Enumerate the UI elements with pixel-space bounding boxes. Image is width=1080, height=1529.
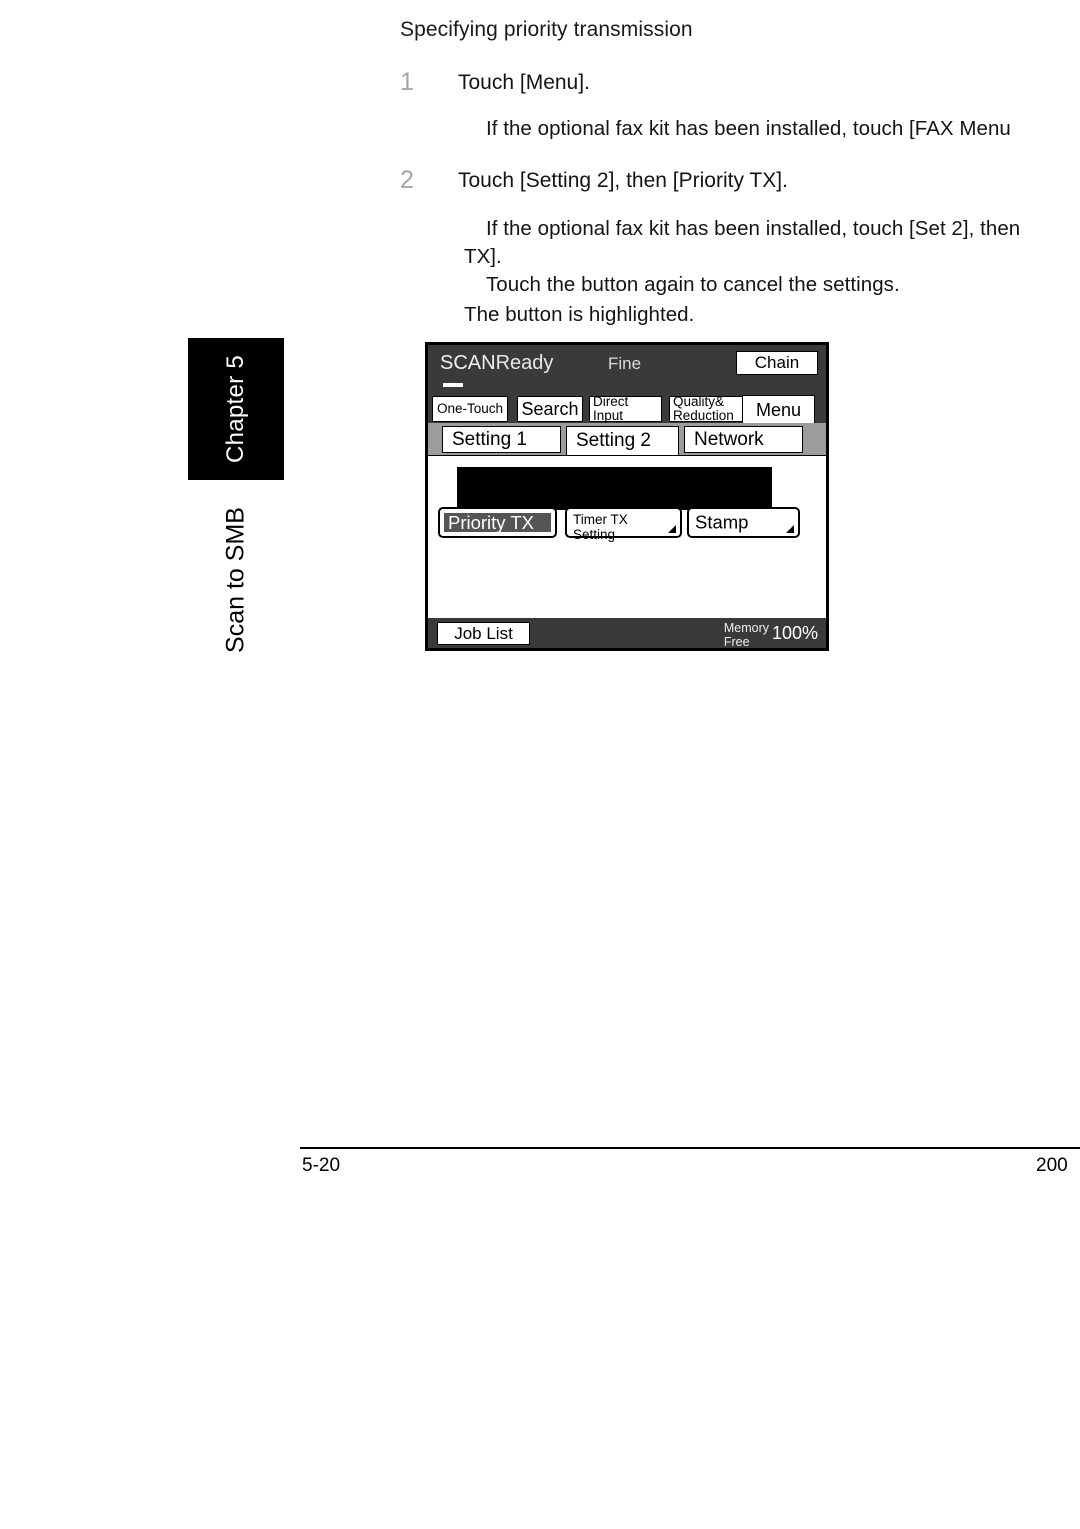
step-2-note-2: TX]. <box>464 245 502 268</box>
step-1-number: 1 <box>400 68 414 96</box>
priority-tx-label: Priority TX <box>448 511 535 533</box>
tab-setting-2[interactable]: Setting 2 <box>566 426 679 455</box>
step-2-number: 2 <box>400 166 414 194</box>
step-1-text: Touch [Menu]. <box>458 71 590 94</box>
one-touch-label: One-Touch <box>436 401 504 417</box>
step-2-outdent-note: The button is highlighted. <box>464 303 695 326</box>
document-page: Specifying priority transmission 1 Touch… <box>0 0 1080 1529</box>
chapter-tab: Chapter 5 <box>188 338 284 480</box>
timer-tx-label-block: Timer TX Setting <box>573 512 628 542</box>
search-button[interactable]: Search <box>517 396 583 422</box>
section-label-text: Scan to SMB <box>221 507 250 653</box>
timer-tx-label-line2: Setting <box>573 527 616 543</box>
tab-setting-2-label: Setting 2 <box>576 430 651 451</box>
lcd-function-row: One-Touch Search Direct Input Quality& R… <box>428 393 826 425</box>
submenu-triangle-icon <box>668 525 676 533</box>
memory-free-percent: 100% <box>771 623 818 643</box>
lcd-tab-band: Setting 1 Setting 2 Network <box>428 423 826 455</box>
priority-tx-button[interactable]: Priority TX <box>438 507 557 538</box>
memory-free-line1: Memory <box>723 621 769 635</box>
step-2-note-3: Touch the button again to cancel the set… <box>486 273 900 296</box>
submenu-triangle-icon <box>786 525 794 533</box>
page-heading: Specifying priority transmission <box>400 18 693 41</box>
direct-input-label-line1: Direct <box>593 394 629 410</box>
section-label: Scan to SMB <box>188 490 284 670</box>
lcd-status-mode: SCAN <box>440 352 496 374</box>
job-list-button[interactable]: Job List <box>437 622 530 645</box>
step-2-text: Touch [Setting 2], then [Priority TX]. <box>458 169 788 192</box>
chain-button[interactable]: Chain <box>736 351 818 375</box>
one-touch-button[interactable]: One-Touch <box>432 396 508 422</box>
menu-label: Menu <box>755 399 802 420</box>
quality-reduction-label-line2: Reduction <box>673 408 734 423</box>
chapter-tab-label: Chapter 5 <box>222 354 249 464</box>
direct-input-label-line2: Input <box>593 408 624 423</box>
quality-reduction-label-line1: Quality& <box>673 394 725 410</box>
direct-input-button[interactable]: Direct Input <box>589 394 662 423</box>
lcd-footer-bar: Job List Memory Free 100% <box>428 618 826 648</box>
priority-tx-highlight: Priority TX <box>442 511 553 534</box>
search-label: Search <box>521 398 579 419</box>
timer-tx-label-line1: Timer TX <box>573 512 628 527</box>
page-number: 5-20 <box>302 1155 341 1176</box>
step-2-note-1: If the optional fax kit has been install… <box>486 217 1021 240</box>
memory-free-label: Memory Free <box>723 621 769 649</box>
lcd-content-area: Priority TX Timer TX Setting Stamp <box>428 455 826 602</box>
quality-reduction-button[interactable]: Quality& Reduction <box>669 394 747 423</box>
timer-tx-setting-button[interactable]: Timer TX Setting <box>565 507 682 542</box>
footer-divider <box>300 1147 1080 1149</box>
menu-button[interactable]: Menu <box>742 395 815 425</box>
lcd-underline-indicator <box>443 383 463 387</box>
memory-free-line2: Free <box>723 634 750 649</box>
tab-network-label: Network <box>694 428 764 450</box>
tab-network[interactable]: Network <box>684 426 803 453</box>
tab-setting-1-label: Setting 1 <box>452 428 527 450</box>
lcd-status-text: SCANReady <box>440 352 553 375</box>
lcd-quality-text: Fine <box>608 354 642 373</box>
lcd-header-bar: SCANReady Fine Chain <box>428 345 826 398</box>
stamp-button[interactable]: Stamp <box>687 507 800 538</box>
stamp-label: Stamp <box>695 511 749 533</box>
footer-right-text: 200 <box>1036 1155 1068 1176</box>
redacted-region <box>457 467 772 510</box>
tab-setting-1[interactable]: Setting 1 <box>442 426 561 453</box>
lcd-panel-screenshot: SCANReady Fine Chain One-Touch Search Di… <box>425 342 829 651</box>
lcd-status-state: Ready <box>495 352 554 374</box>
step-1-note-1: If the optional fax kit has been install… <box>486 117 1011 140</box>
